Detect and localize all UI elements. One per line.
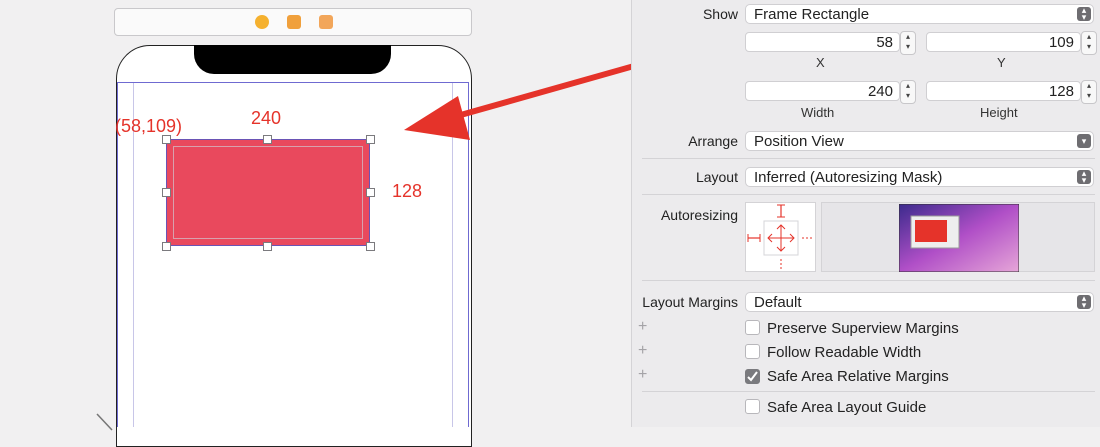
arrange-popup[interactable]: Position View ▾ [745, 131, 1094, 151]
first-responder-icon[interactable] [287, 15, 301, 29]
exit-icon[interactable] [319, 15, 333, 29]
phone-notch [194, 45, 391, 74]
width-stepper[interactable]: ▴ ▾ [900, 80, 916, 104]
layout-popup-value: Inferred (Autoresizing Mask) [754, 169, 943, 186]
red-view[interactable] [166, 139, 370, 246]
margin-guide-right [452, 83, 453, 427]
resize-handle[interactable] [263, 135, 272, 144]
follow-readable-width-label: Follow Readable Width [767, 344, 922, 361]
x-label: X [816, 55, 825, 70]
layout-margins-popup-value: Default [754, 294, 802, 311]
divider [642, 391, 1095, 392]
red-view-margins [173, 146, 363, 239]
layout-label: Layout [695, 169, 738, 185]
safe-area-layout-guide-label: Safe Area Layout Guide [767, 399, 927, 416]
safe-area-relative-margins-label: Safe Area Relative Margins [767, 368, 949, 385]
width-field[interactable]: 240 [745, 81, 900, 101]
chevron-down-icon: ▾ [1077, 134, 1091, 148]
show-popup-value: Frame Rectangle [754, 6, 870, 23]
checkmark-icon [747, 371, 758, 382]
layout-popup[interactable]: Inferred (Autoresizing Mask) ▴ ▾ [745, 167, 1094, 187]
follow-readable-width-checkbox[interactable] [745, 344, 760, 359]
divider [642, 194, 1095, 195]
preview-window-icon [899, 204, 1019, 272]
resize-handle[interactable] [263, 242, 272, 251]
autoresizing-preview [821, 202, 1095, 272]
y-field[interactable]: 109 [926, 32, 1081, 52]
divider [642, 280, 1095, 281]
resize-handle[interactable] [366, 135, 375, 144]
arrange-popup-value: Position View [754, 133, 844, 150]
resize-handle[interactable] [162, 242, 171, 251]
chevron-updown-icon: ▴ ▾ [1077, 6, 1091, 22]
x-field[interactable]: 58 [745, 32, 900, 52]
resize-handle[interactable] [366, 188, 375, 197]
y-label: Y [997, 55, 1006, 70]
safe-area-guide-top [117, 82, 469, 83]
autoresizing-mask-control[interactable] [745, 202, 816, 272]
preserve-superview-margins-label: Preserve Superview Margins [767, 320, 959, 337]
layout-margins-label: Layout Margins [642, 294, 738, 310]
layout-margins-popup[interactable]: Default ▴ ▾ [745, 292, 1094, 312]
height-stepper[interactable]: ▴ ▾ [1081, 80, 1097, 104]
plus-icon[interactable]: + [638, 318, 647, 336]
preserve-superview-margins-checkbox[interactable] [745, 320, 760, 335]
autoresizing-struts-springs-icon [747, 204, 814, 271]
view-controller-icon[interactable] [255, 15, 269, 29]
width-label: Width [801, 105, 835, 120]
safe-area-relative-margins-checkbox[interactable] [745, 369, 760, 384]
resize-handle[interactable] [162, 188, 171, 197]
resize-handle[interactable] [366, 242, 375, 251]
show-label: Show [702, 6, 738, 22]
show-popup[interactable]: Frame Rectangle ▴ ▾ [745, 4, 1094, 24]
height-field[interactable]: 128 [926, 81, 1081, 101]
x-stepper[interactable]: ▴ ▾ [900, 31, 916, 55]
divider [642, 158, 1095, 159]
autoresizing-label: Autoresizing [660, 207, 738, 223]
y-stepper[interactable]: ▴ ▾ [1081, 31, 1097, 55]
chevron-updown-icon: ▴ ▾ [1077, 169, 1091, 185]
plus-icon[interactable]: + [638, 342, 647, 360]
origin-annotation: (58,109) [115, 116, 183, 136]
plus-icon[interactable]: + [638, 366, 647, 384]
height-label: Height [980, 105, 1018, 120]
canvas-scroll-indicator [96, 413, 113, 431]
arrange-label: Arrange [688, 133, 738, 149]
height-annotation: 128 [392, 181, 423, 201]
safe-area-guide-right [468, 83, 469, 427]
safe-area-layout-guide-checkbox[interactable] [745, 399, 760, 414]
width-annotation: 240 [251, 108, 282, 128]
chevron-updown-icon: ▴ ▾ [1077, 294, 1091, 310]
scene-dock [114, 8, 472, 36]
